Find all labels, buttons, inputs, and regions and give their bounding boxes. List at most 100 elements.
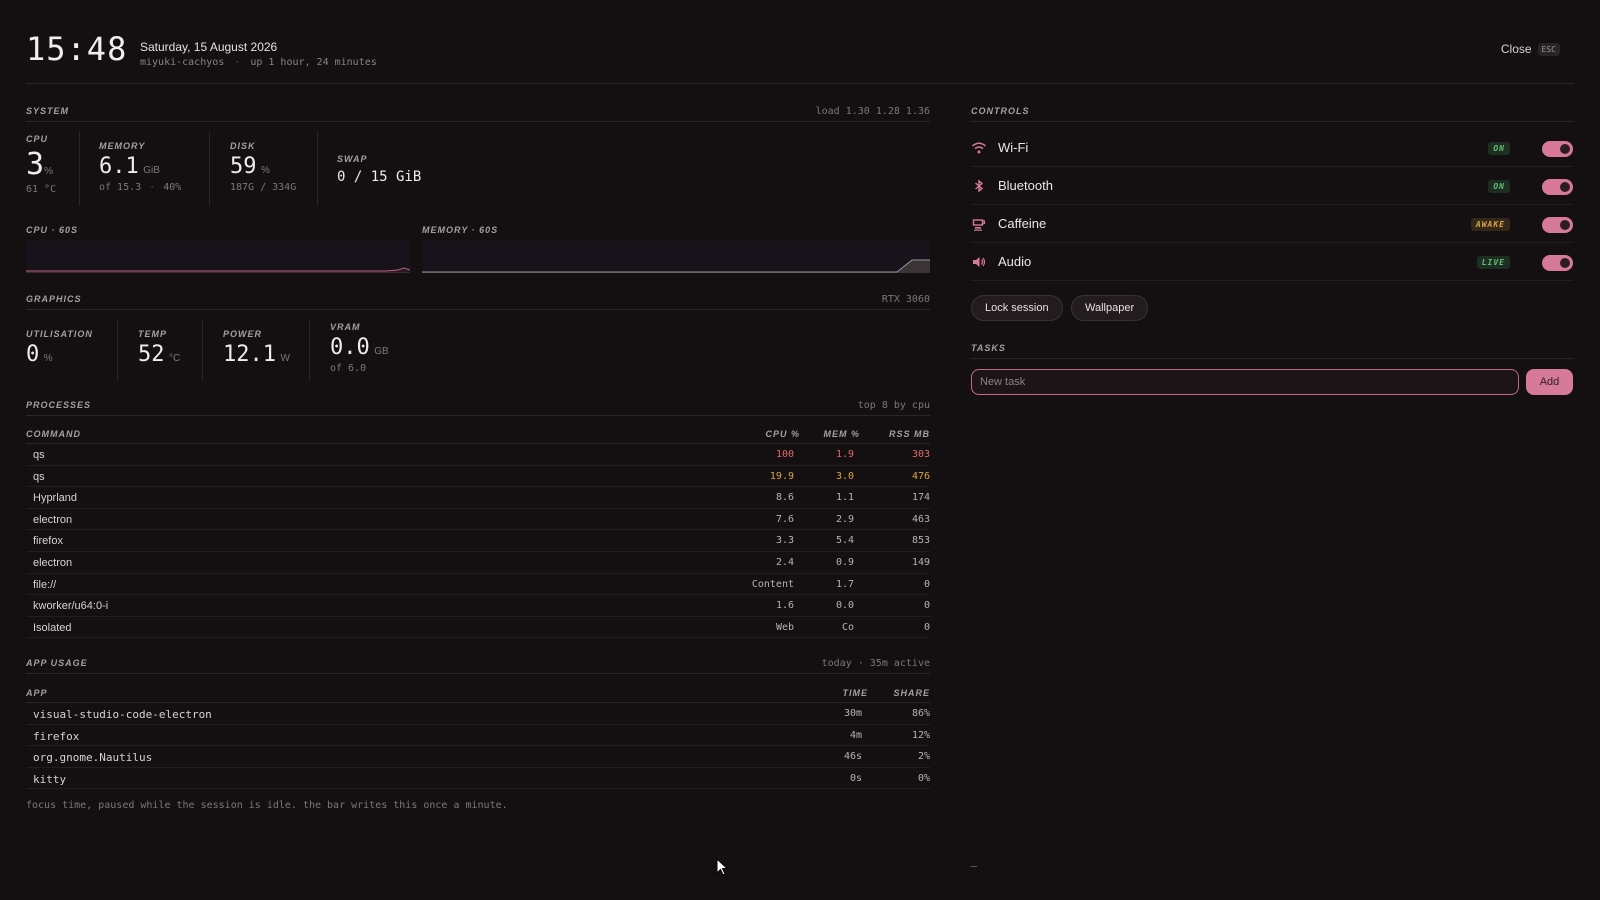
app-share: 0% — [917, 772, 930, 784]
hostname: miyuki-cachyos — [140, 57, 225, 68]
table-row: electron 2.4 0.9 149 — [26, 552, 930, 574]
vram-stat: VRAM 0.0 GB of 6.0 — [330, 322, 389, 374]
gpu-name: RTX 3060 — [881, 294, 930, 305]
app-usage-section-header: APP USAGE today · 35m active — [26, 658, 930, 674]
control-label: Wi-Fi — [998, 140, 1029, 155]
table-row: firefox 4m 12% — [26, 725, 930, 747]
divider — [209, 132, 210, 206]
process-rss: 0 — [923, 600, 930, 612]
process-rss: 0 — [923, 621, 930, 633]
close-control[interactable]: Close ESC — [1501, 42, 1560, 56]
cpu-stat: CPU 3% 61 °C — [26, 134, 56, 195]
swap-value: 0 / 15 GiB — [337, 169, 422, 185]
col-cpu: CPU % — [765, 429, 800, 439]
app-time: 0s — [849, 772, 862, 784]
app-share: 12% — [911, 729, 930, 741]
col-rss: RSS MB — [888, 429, 930, 439]
process-command: kworker/u64:0-i — [33, 600, 109, 613]
tasks-title: TASKS — [971, 343, 1006, 353]
temp-value: 52 — [138, 342, 165, 367]
app-share: 86% — [911, 708, 930, 719]
divider — [79, 132, 80, 206]
graphics-title: GRAPHICS — [26, 294, 82, 304]
process-mem: 3.0 — [835, 470, 854, 482]
control-toggle[interactable] — [1542, 217, 1573, 233]
process-rss: 149 — [911, 556, 930, 568]
control-row-bluetooth: Bluetooth ON — [971, 167, 1573, 205]
table-row: Hyprland 8.6 1.1 174 — [26, 487, 930, 509]
memory-sparkline — [422, 240, 930, 273]
cpu-temp: 61 °C — [26, 184, 57, 195]
table-row: org.gnome.Nautilus 46s 2% — [26, 746, 930, 768]
control-toggle[interactable] — [1542, 179, 1573, 195]
disk-unit: % — [260, 165, 270, 176]
table-row: file:// Content 1.7 0 — [26, 574, 930, 596]
control-status-badge: ON — [1488, 142, 1510, 155]
app-time: 4m — [849, 729, 862, 741]
app-name: kitty — [33, 772, 67, 786]
process-mem: 2.9 — [835, 513, 854, 525]
process-command: Hyprland — [33, 492, 78, 505]
disk-usage: 187G / 334G — [230, 182, 297, 193]
app-usage-footnote: focus time, paused while the session is … — [26, 800, 508, 811]
vram-value: 0.0 — [330, 335, 370, 360]
controls-section-header: CONTROLS — [971, 106, 1573, 122]
graphics-section-header: GRAPHICS RTX 3060 — [26, 294, 930, 310]
processes-section-header: PROCESSES top 8 by cpu — [26, 400, 930, 416]
memory-spark-label: MEMORY · 60S — [422, 225, 499, 235]
app-usage-rows: visual-studio-code-electron 30m 86% firefox… — [26, 703, 930, 790]
control-toggle[interactable] — [1542, 255, 1573, 271]
wifi-icon — [971, 140, 987, 156]
tasks-section-header: TASKS — [971, 343, 1573, 359]
wallpaper-button[interactable]: Wallpaper — [1071, 295, 1149, 321]
coffee-icon — [971, 216, 987, 232]
memory-sparkline-graph — [422, 259, 930, 273]
divider — [202, 320, 203, 380]
process-cpu: 3.3 — [775, 535, 794, 547]
vram-label: VRAM — [330, 322, 361, 332]
memory-unit: GiB — [143, 165, 160, 176]
cpu-spark-label: CPU · 60S — [26, 225, 79, 235]
process-command: electron — [33, 513, 73, 526]
lock-session-button[interactable]: Lock session — [971, 295, 1063, 321]
new-task-input[interactable] — [971, 369, 1519, 395]
swap-stat: SWAP 0 / 15 GiB — [337, 154, 421, 185]
control-label: Bluetooth — [998, 178, 1053, 193]
process-rss: 853 — [911, 535, 930, 547]
processes-note: top 8 by cpu — [857, 400, 930, 411]
add-task-button[interactable]: Add — [1526, 369, 1573, 395]
process-rss: 303 — [911, 449, 930, 460]
process-command: Isolated — [33, 621, 72, 634]
divider — [309, 320, 310, 380]
speaker-icon — [971, 254, 987, 270]
power-unit: W — [280, 353, 290, 364]
control-label: Caffeine — [998, 216, 1047, 231]
close-button[interactable]: Close — [1501, 42, 1532, 56]
process-cpu: Web — [775, 621, 794, 633]
process-mem: 1.9 — [835, 449, 854, 460]
table-row: Isolated Web Co 0 — [26, 617, 930, 639]
process-cpu: 8.6 — [775, 492, 794, 504]
divider — [117, 320, 118, 380]
gpu-utilisation-stat: UTILISATION 0 % — [26, 329, 93, 367]
table-row: firefox 3.3 5.4 853 — [26, 530, 930, 552]
control-toggle[interactable] — [1542, 141, 1573, 157]
memory-total: of 15.3 — [99, 182, 142, 193]
control-status-badge: AWAKE — [1470, 218, 1510, 231]
cpu-sparkline — [26, 240, 411, 273]
app-share: 2% — [917, 751, 930, 763]
app-name: visual-studio-code-electron — [33, 708, 212, 721]
col-share: SHARE — [893, 688, 930, 698]
toggle-knob — [1560, 182, 1570, 192]
gpu-temp-stat: TEMP 52 °C — [138, 329, 180, 367]
utilisation-unit: % — [43, 353, 53, 364]
process-command: electron — [33, 556, 73, 569]
process-mem: Co — [841, 621, 854, 633]
process-cpu: 1.6 — [775, 600, 794, 612]
control-label: Audio — [998, 254, 1032, 269]
gpu-power-stat: POWER 12.1 W — [223, 329, 290, 367]
date-text: Saturday, 15 August 2026 — [140, 40, 278, 54]
process-cpu: 7.6 — [775, 513, 794, 525]
app-name: firefox — [33, 729, 80, 743]
table-row: kworker/u64:0-i 1.6 0.0 0 — [26, 595, 930, 617]
